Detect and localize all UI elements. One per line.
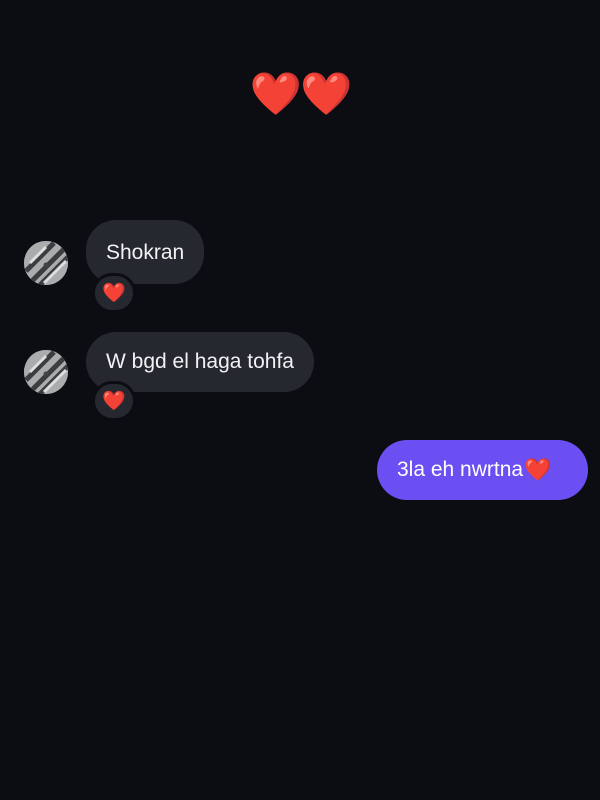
sender-avatar[interactable]	[24, 350, 68, 394]
hearts-emoji-message[interactable]: ❤️❤️	[0, 70, 600, 118]
chat-screen: ❤️❤️ Shokran ❤️ W bgd el haga tohfa ❤️ 3…	[0, 0, 600, 800]
message-text: 3la eh nwrtna	[397, 458, 524, 481]
heart-reaction-badge[interactable]: ❤️	[92, 381, 136, 421]
sender-avatar[interactable]	[24, 241, 68, 285]
message-text: W bgd el haga tohfa	[106, 350, 294, 373]
outgoing-message-bubble[interactable]: 3la eh nwrtna ❤️	[377, 440, 588, 500]
heart-emoji: ❤️	[524, 457, 552, 482]
heart-reaction-badge[interactable]: ❤️	[92, 273, 136, 313]
message-text: Shokran	[106, 241, 185, 264]
